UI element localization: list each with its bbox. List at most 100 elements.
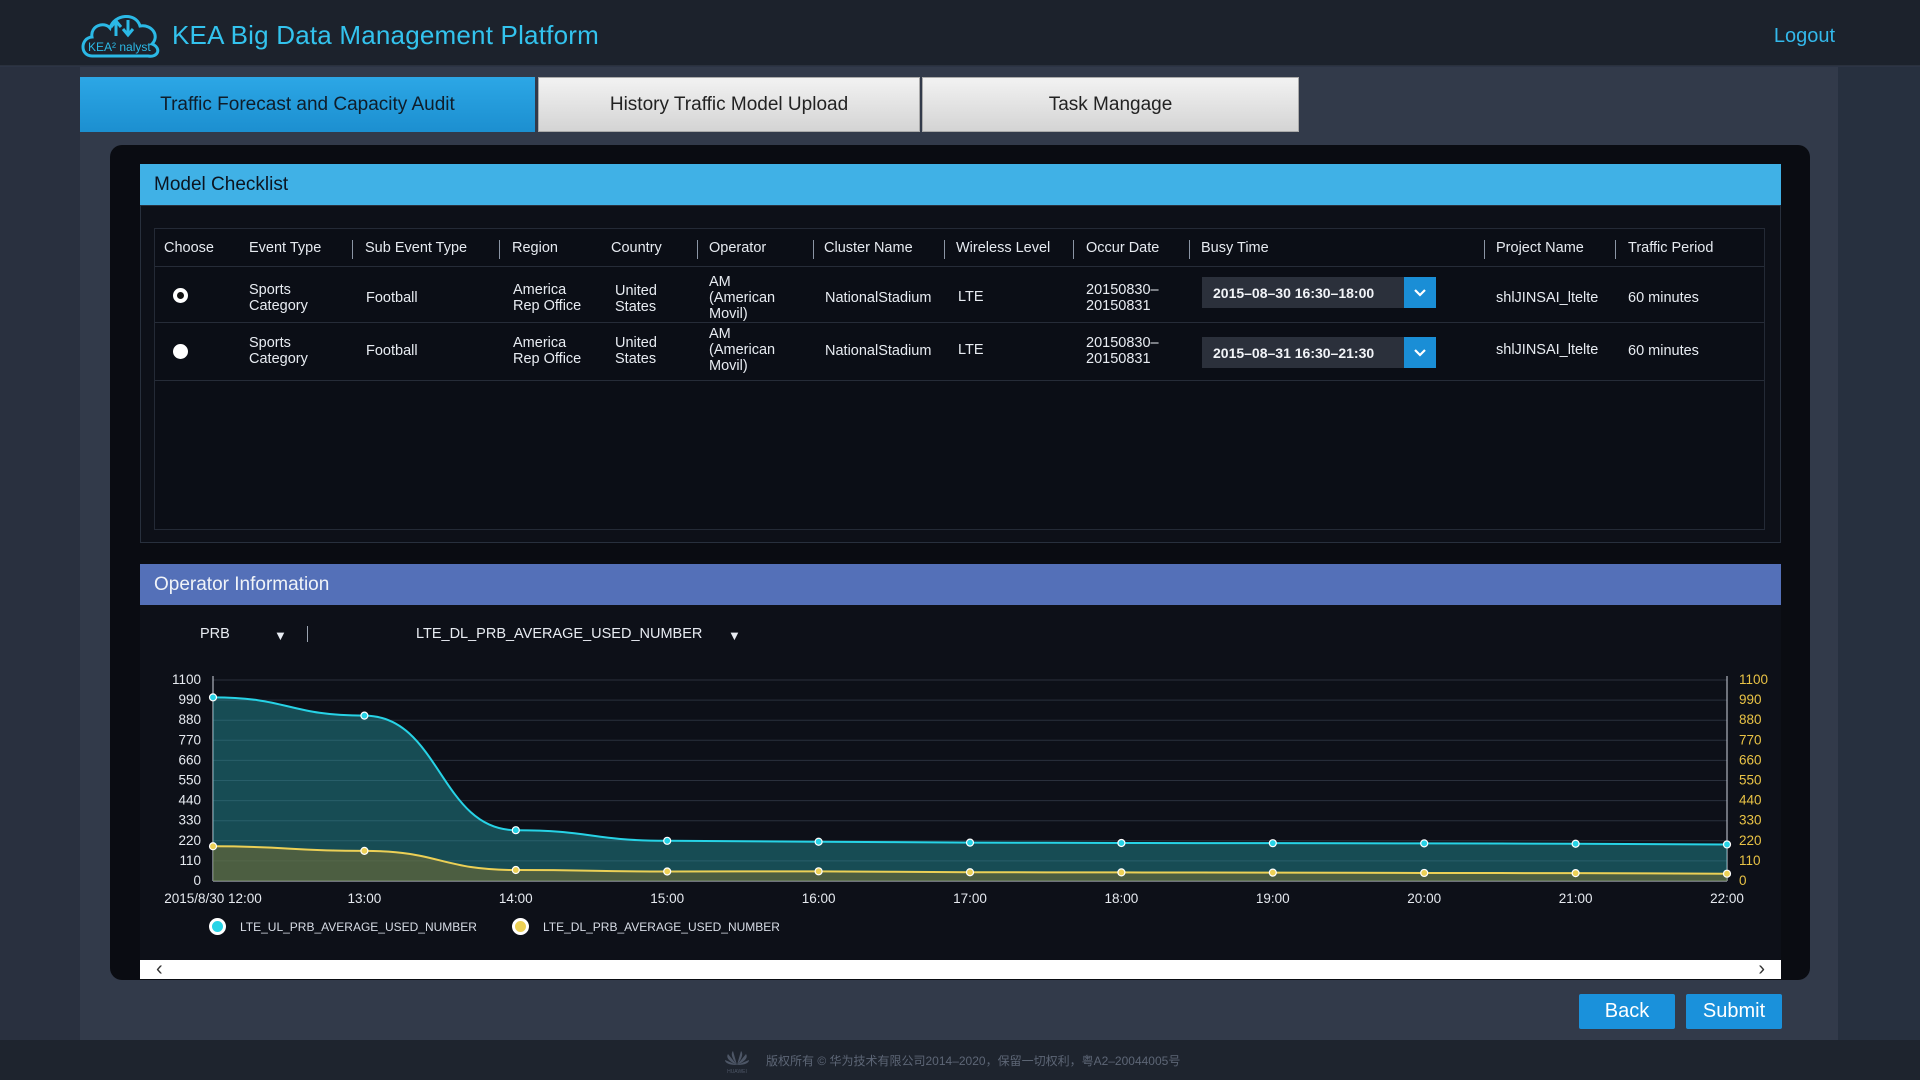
row-2-region: America Rep Office xyxy=(513,335,582,367)
y-tick-label-right: 770 xyxy=(1739,732,1762,747)
category-select[interactable]: PRB xyxy=(200,626,230,642)
row-1-busy-time-select[interactable]: 2015–08–30 16:30–18:00 xyxy=(1202,277,1436,308)
column-header-cluster-name: Cluster Name xyxy=(824,240,913,256)
series-ul-point xyxy=(1571,839,1580,848)
row-1-wireless-level: LTE xyxy=(958,289,984,305)
x-tick-label: 22:00 xyxy=(1710,891,1744,906)
row-2-cluster-name: NationalStadium xyxy=(825,343,932,359)
column-header-event-type: Event Type xyxy=(249,240,322,256)
left-margin xyxy=(0,67,80,1040)
row-1-region: America Rep Office xyxy=(513,282,582,314)
row-2-project-name: shlJINSAI_ltelte xyxy=(1496,342,1599,358)
y-tick-label-right: 110 xyxy=(1739,853,1761,868)
x-tick-label: 18:00 xyxy=(1105,891,1139,906)
series-ul-point xyxy=(1420,839,1429,848)
tab-history-upload[interactable]: History Traffic Model Upload xyxy=(538,77,920,132)
header-divider xyxy=(155,266,1764,267)
y-tick-label-right: 0 xyxy=(1739,873,1747,888)
chevron-down-icon[interactable] xyxy=(1404,337,1436,368)
svg-text:HUAWEI: HUAWEI xyxy=(727,1069,747,1075)
y-tick-label-right: 660 xyxy=(1739,752,1762,767)
x-tick-label: 15:00 xyxy=(650,891,684,906)
column-header-choose: Choose xyxy=(164,240,214,256)
series-dl-point xyxy=(360,846,369,855)
scroll-left-icon[interactable]: ‹ xyxy=(156,958,163,981)
column-divider xyxy=(813,240,814,259)
series-dl-point xyxy=(511,865,520,875)
row-2-traffic-period: 60 minutes xyxy=(1628,343,1699,359)
svg-text:KEA² nalyst: KEA² nalyst xyxy=(88,40,151,54)
y-tick-label-left: 990 xyxy=(178,692,201,707)
column-header-wireless-level: Wireless Level xyxy=(956,240,1051,256)
model-checklist-header: Model Checklist xyxy=(140,164,1781,205)
row-2-busy-time-select[interactable]: 2015–08–31 16:30–21:30 xyxy=(1202,337,1436,368)
series-dl-point xyxy=(1268,868,1277,877)
metric-select[interactable]: LTE_DL_PRB_AVERAGE_USED_NUMBER xyxy=(416,626,702,642)
row-2-sub-event-type: Football xyxy=(366,343,418,359)
legend-swatch xyxy=(209,918,226,935)
x-tick-label: 21:00 xyxy=(1559,891,1593,906)
x-tick-label: 2015/8/30 12:00 xyxy=(164,891,262,906)
row-2-radio[interactable] xyxy=(173,344,188,359)
row-1-traffic-period: 60 minutes xyxy=(1628,290,1699,306)
y-tick-label-left: 0 xyxy=(193,873,201,888)
legend-label: LTE_DL_PRB_AVERAGE_USED_NUMBER xyxy=(543,919,780,934)
legend-item-dl[interactable]: LTE_DL_PRB_AVERAGE_USED_NUMBER xyxy=(512,918,780,935)
y-tick-label-left: 440 xyxy=(178,793,201,808)
row-divider xyxy=(155,380,1764,381)
app-title: KEA Big Data Management Platform xyxy=(172,20,599,50)
legend-swatch xyxy=(512,918,529,935)
scroll-right-icon[interactable]: › xyxy=(1758,958,1765,981)
chart-horizontal-scrollbar[interactable]: ‹ › xyxy=(140,958,1781,981)
column-header-sub-event-type: Sub Event Type xyxy=(365,240,468,256)
y-tick-label-right: 880 xyxy=(1739,712,1762,727)
logout-link[interactable]: Logout xyxy=(1774,25,1835,48)
series-ul-point xyxy=(208,693,218,702)
row-1-occur-date: 20150830– 20150831 xyxy=(1086,282,1159,314)
column-header-country: Country xyxy=(611,240,662,256)
chevron-down-icon[interactable] xyxy=(1404,277,1436,308)
column-divider xyxy=(352,240,353,259)
copyright-text: 版权所有 © 华为技术有限公司2014–2020，保留一切权利，粤A2–2004… xyxy=(766,1054,1181,1068)
y-tick-label-right: 220 xyxy=(1739,833,1762,848)
series-dl-point xyxy=(1117,868,1126,877)
dropdown-arrow-icon[interactable]: ▼ xyxy=(728,628,741,643)
x-tick-label: 17:00 xyxy=(953,891,987,906)
legend-label: LTE_UL_PRB_AVERAGE_USED_NUMBER xyxy=(240,919,477,934)
legend-item-ul[interactable]: LTE_UL_PRB_AVERAGE_USED_NUMBER xyxy=(209,918,477,935)
y-tick-label-right: 330 xyxy=(1739,813,1762,828)
column-header-busy-time: Busy Time xyxy=(1201,240,1269,256)
row-1-event-type: Sports Category xyxy=(249,282,308,314)
dropdown-arrow-icon[interactable]: ▼ xyxy=(274,628,287,643)
series-ul-point xyxy=(1268,839,1277,848)
series-dl-point xyxy=(208,842,218,851)
tab-task-manage[interactable]: Task Mangage xyxy=(922,77,1299,132)
row-1-radio[interactable] xyxy=(173,288,188,303)
dropdown-divider xyxy=(307,626,308,642)
kea-analyst-logo: KEA² nalyst xyxy=(81,15,160,58)
submit-button[interactable]: Submit xyxy=(1686,994,1782,1029)
series-ul-point xyxy=(1722,840,1732,849)
series-ul-point xyxy=(663,836,672,845)
series-ul-point xyxy=(965,838,975,847)
y-tick-label-left: 220 xyxy=(178,833,201,848)
column-divider xyxy=(1189,240,1190,259)
row-1-cluster-name: NationalStadium xyxy=(825,290,932,306)
series-dl-point xyxy=(1722,869,1732,878)
y-tick-label-left: 770 xyxy=(178,732,201,747)
row-2-country: United States xyxy=(615,335,657,367)
column-header-region: Region xyxy=(512,240,558,256)
tab-traffic-forecast[interactable]: Traffic Forecast and Capacity Audit xyxy=(80,77,535,132)
row-1-project-name: shlJINSAI_ltelte xyxy=(1496,290,1599,306)
y-tick-label-left: 660 xyxy=(178,752,201,767)
row-1-operator: AM (American Movil) xyxy=(709,274,776,322)
row-1-country: United States xyxy=(615,283,657,315)
series-ul-point xyxy=(1117,838,1126,848)
y-tick-label-left: 550 xyxy=(178,773,201,788)
column-header-project-name: Project Name xyxy=(1496,240,1584,256)
series-dl-point xyxy=(1571,869,1580,878)
model-checklist-table xyxy=(154,228,1765,530)
back-button[interactable]: Back xyxy=(1579,994,1675,1029)
busy-time-value: 2015–08–31 16:30–21:30 xyxy=(1213,344,1375,361)
x-tick-label: 14:00 xyxy=(499,891,533,906)
